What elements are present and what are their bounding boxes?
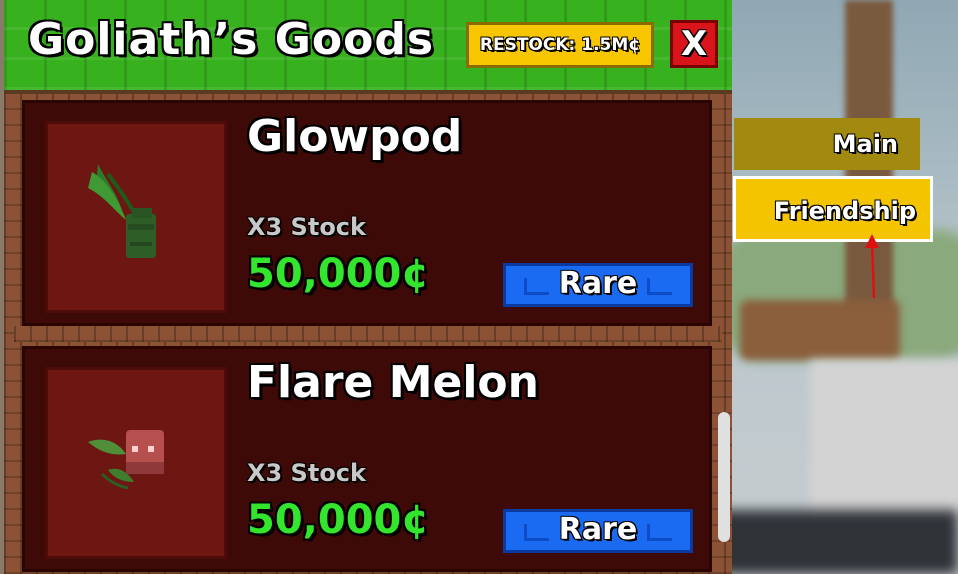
item-name: Flare Melon bbox=[247, 357, 539, 408]
item-name: Glowpod bbox=[247, 111, 463, 162]
rarity-badge[interactable]: Rare bbox=[503, 509, 693, 553]
item-divider bbox=[14, 326, 722, 342]
tab-main-label: Main bbox=[832, 130, 898, 158]
item-thumbnail bbox=[45, 121, 227, 313]
flare-melon-seed-icon bbox=[88, 430, 164, 490]
background-deck bbox=[740, 300, 900, 360]
tab-friendship[interactable]: Friendship bbox=[733, 176, 933, 242]
shop-item-flare-melon[interactable]: Flare Melon X3 Stock 50,000¢ Rare bbox=[22, 346, 712, 572]
restock-button[interactable]: RESTOCK: 1.5M¢ bbox=[466, 22, 654, 68]
shop-header: Goliath’s Goods RESTOCK: 1.5M¢ X bbox=[4, 0, 732, 94]
background-floor bbox=[700, 510, 958, 574]
item-stock: X3 Stock bbox=[247, 459, 366, 487]
item-price: 50,000¢ bbox=[247, 497, 430, 543]
shop-panel: Goliath’s Goods RESTOCK: 1.5M¢ X Glowpod… bbox=[4, 0, 732, 574]
item-price: 50,000¢ bbox=[247, 251, 430, 297]
red-arrow-icon bbox=[865, 234, 879, 299]
background-rock bbox=[810, 360, 958, 530]
shop-title: Goliath’s Goods bbox=[28, 14, 435, 65]
scrollbar[interactable] bbox=[718, 412, 730, 542]
item-list[interactable]: Glowpod X3 Stock 50,000¢ Rare Flare Melo… bbox=[14, 94, 722, 574]
item-thumbnail bbox=[45, 367, 227, 559]
close-button[interactable]: X bbox=[670, 20, 718, 68]
item-stock: X3 Stock bbox=[247, 213, 366, 241]
tab-main[interactable]: Main bbox=[734, 118, 920, 170]
rarity-badge[interactable]: Rare bbox=[503, 263, 693, 307]
shop-item-glowpod[interactable]: Glowpod X3 Stock 50,000¢ Rare bbox=[22, 100, 712, 326]
glowpod-seed-icon bbox=[88, 164, 156, 258]
tab-friendship-label: Friendship bbox=[773, 197, 916, 225]
